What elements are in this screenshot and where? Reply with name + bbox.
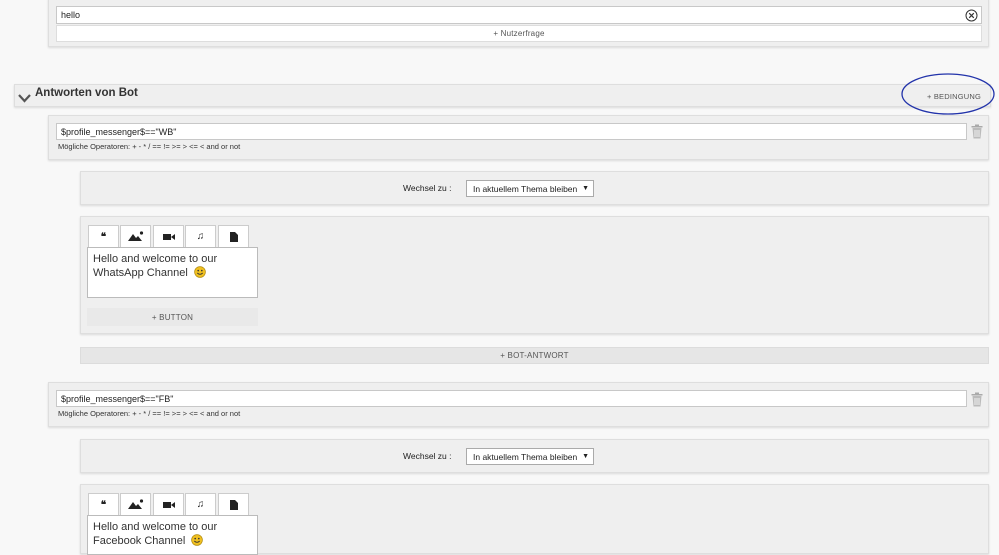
user-question-input[interactable]: hello	[56, 6, 982, 24]
video-icon[interactable]	[153, 493, 184, 515]
switch-topic-value: In aktuellem Thema bleiben	[473, 451, 578, 462]
image-icon[interactable]	[120, 225, 151, 247]
image-icon[interactable]	[120, 493, 151, 515]
switch-label: Wechsel zu :	[403, 451, 452, 461]
switch-topic-select[interactable]: In aktuellem Thema bleiben ▼	[466, 448, 594, 465]
switch-label: Wechsel zu :	[403, 183, 452, 193]
condition-expression-input[interactable]: $profile_messenger$=="FB"	[56, 390, 967, 407]
dropdown-caret-icon: ▼	[582, 185, 589, 192]
add-user-question-button[interactable]: + Nutzerfrage	[56, 25, 982, 42]
add-bot-answer-button[interactable]: + BOT-ANTWORT	[80, 347, 989, 364]
switch-topic-value: In aktuellem Thema bleiben	[473, 183, 578, 194]
message-type-tabs: ❝ ♫	[88, 225, 258, 248]
trash-icon[interactable]	[971, 392, 983, 407]
highlight-ellipse	[900, 72, 996, 116]
add-button-button[interactable]: + BUTTON	[87, 308, 258, 326]
quote-icon[interactable]: ❝	[88, 493, 119, 516]
chevron-down-icon[interactable]	[18, 90, 31, 103]
bot-answers-header	[14, 84, 991, 107]
smiley-face-icon	[191, 534, 204, 546]
document-icon[interactable]	[218, 493, 249, 515]
trash-icon[interactable]	[971, 124, 983, 139]
smiley-face-icon	[194, 266, 206, 278]
message-type-tabs: ❝ ♫	[88, 493, 258, 516]
message-textbox[interactable]: Hello and welcome to our WhatsApp Channe…	[87, 247, 258, 298]
switch-topic-select[interactable]: In aktuellem Thema bleiben ▼	[466, 180, 594, 197]
operators-hint: Mögliche Operatoren: + - * / == != >= > …	[58, 409, 241, 418]
message-textbox[interactable]: Hello and welcome to our Facebook Channe…	[87, 515, 258, 555]
operators-hint: Mögliche Operatoren: + - * / == != >= > …	[58, 142, 241, 151]
condition-expression-input[interactable]: $profile_messenger$=="WB"	[56, 123, 967, 140]
quote-icon[interactable]: ❝	[88, 225, 119, 248]
document-icon[interactable]	[218, 225, 249, 247]
music-icon[interactable]: ♫	[185, 493, 216, 515]
section-title: Antworten von Bot	[35, 87, 138, 99]
clear-circle-icon[interactable]	[965, 9, 978, 22]
video-icon[interactable]	[153, 225, 184, 247]
dropdown-caret-icon: ▼	[582, 453, 589, 460]
music-icon[interactable]: ♫	[185, 225, 216, 247]
